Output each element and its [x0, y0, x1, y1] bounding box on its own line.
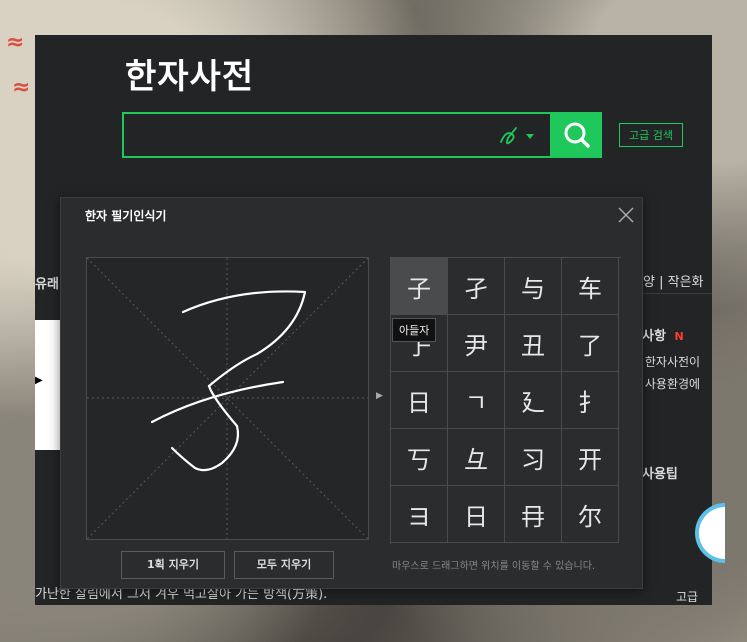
candidate-character[interactable]: 日 [391, 372, 448, 429]
tips-title: 사용팁 [642, 467, 678, 482]
candidate-character[interactable]: 尹 [448, 315, 505, 372]
tab-links[interactable]: 양 | 작은화 [643, 271, 704, 290]
candidate-character[interactable]: 冄 [505, 486, 562, 543]
handwriting-dialog[interactable]: 한자 필기인식기 ▶ 子孑与车孒尹丑了日ㄱ廴扌丂彑习开ヨ日冄尔 아들자 1획 지… [60, 197, 643, 589]
close-button[interactable] [617, 206, 635, 224]
notice-heading: 사항 N [642, 325, 684, 344]
candidate-character[interactable]: 孑 [448, 258, 505, 315]
candidate-character[interactable]: ヨ [391, 486, 448, 543]
candidate-character[interactable]: 子 [391, 258, 448, 315]
candidate-character[interactable]: 日 [448, 486, 505, 543]
drag-hint: 마우스로 드래그하면 위치를 이동할 수 있습니다. [392, 561, 596, 572]
handwriting-toggle-button[interactable] [496, 124, 538, 148]
close-icon [618, 207, 634, 223]
candidate-character[interactable]: 尔 [562, 486, 619, 543]
clear-stroke-button[interactable]: 1획 지우기 [121, 551, 225, 579]
candidate-character[interactable]: 习 [505, 429, 562, 486]
background-decoration: ≈ [6, 30, 25, 55]
arrow-icon: ▶ [35, 375, 43, 386]
candidate-character[interactable]: 了 [562, 315, 619, 372]
candidate-character[interactable]: 扌 [562, 372, 619, 429]
candidate-character[interactable]: 与 [505, 258, 562, 315]
candidate-character[interactable]: 车 [562, 258, 619, 315]
candidate-grid: 子孑与车孒尹丑了日ㄱ廴扌丂彑习开ヨ日冄尔 [390, 257, 621, 544]
candidate-character[interactable]: 廴 [505, 372, 562, 429]
divider [635, 293, 712, 294]
drawing-canvas[interactable] [86, 257, 369, 540]
search-button[interactable] [552, 112, 602, 158]
search-box [122, 112, 552, 158]
background-decoration: ≈ [12, 75, 31, 100]
candidate-character[interactable]: 彑 [448, 429, 505, 486]
tab-origin[interactable]: 유래 [35, 273, 59, 292]
handwriting-stroke [150, 290, 307, 472]
candidate-character[interactable]: 丂 [391, 429, 448, 486]
new-badge: N [674, 330, 684, 343]
corner-label: 고급 [676, 590, 699, 604]
candidate-tooltip: 아들자 [392, 318, 437, 342]
candidate-character[interactable]: 丑 [505, 315, 562, 372]
search-input[interactable] [134, 122, 488, 150]
notice-item[interactable]: | 사용환경에 [637, 375, 700, 392]
candidate-character[interactable]: 开 [562, 429, 619, 486]
candidate-character[interactable]: ㄱ [448, 372, 505, 429]
canvas-guides [86, 257, 369, 540]
tips-banner-icon[interactable] [695, 503, 725, 563]
search-icon [564, 122, 590, 148]
notice-item[interactable]: | 한자사전이 [637, 353, 700, 370]
arrow-icon: ▶ [376, 391, 383, 401]
dialog-title: 한자 필기인식기 [85, 209, 167, 223]
clear-all-button[interactable]: 모두 지우기 [234, 551, 334, 579]
pen-icon [500, 127, 534, 145]
advanced-search-button[interactable]: 고급 검색 [619, 123, 683, 147]
page-title: 한자사전 [125, 57, 255, 97]
notice-title: 사항 [642, 329, 666, 344]
